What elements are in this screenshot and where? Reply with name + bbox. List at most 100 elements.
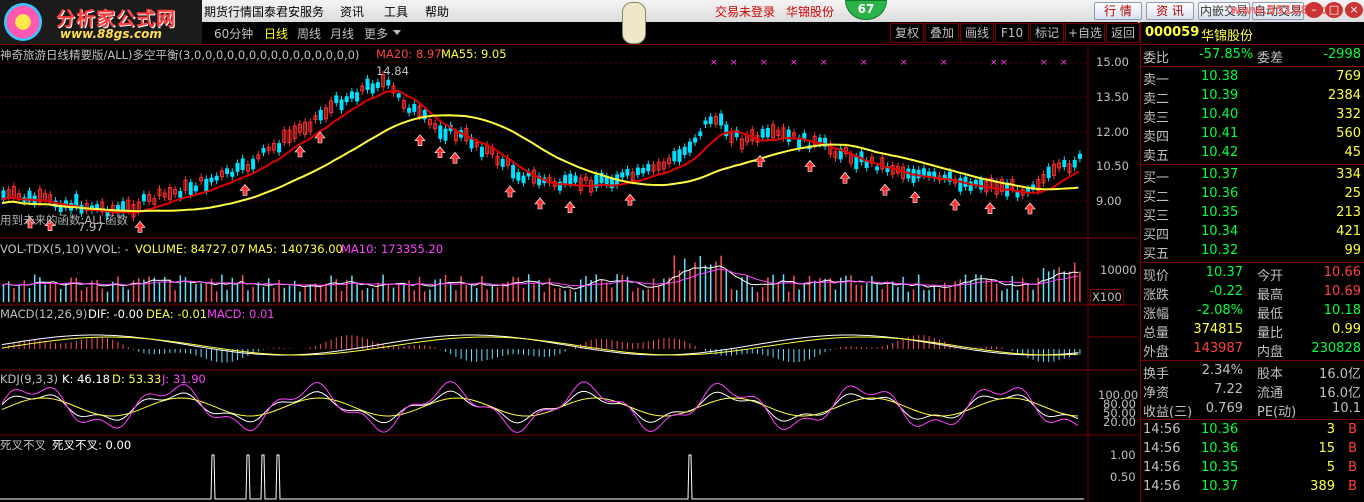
stat-label: 最高: [1257, 288, 1284, 303]
candle-body: [864, 160, 869, 168]
buy-arrow-icon: [984, 202, 996, 215]
dif-line: [1, 334, 1079, 356]
maximize-icon[interactable]: □: [1325, 2, 1343, 18]
candle-body: [375, 82, 380, 88]
buy-arrow-icon: [414, 134, 426, 146]
bid-volume: 213: [1336, 205, 1361, 220]
menu-gtja-service[interactable]: 国泰君安服务: [252, 3, 324, 20]
stat-value: 0.769: [1205, 401, 1243, 416]
info-button[interactable]: 资 讯: [1146, 2, 1194, 20]
candle-body: [438, 125, 443, 139]
stat-label: 收益(三): [1143, 405, 1193, 420]
tick-volume: 3: [1326, 422, 1335, 437]
ma20-value: MA20: 8.97: [376, 47, 442, 61]
site-logo: 分析家公式网 www.88gs.com: [0, 0, 202, 44]
period-more[interactable]: 更多: [364, 25, 388, 42]
candle-body: [635, 167, 640, 176]
stat-row: 外盘 143987 内盘 230828: [1141, 340, 1364, 360]
mark-button[interactable]: 标记: [1030, 23, 1064, 43]
stat-label: 流通: [1257, 386, 1284, 401]
stat-row: 涨跌 -0.22 最高 10.69: [1141, 283, 1364, 303]
ask-row: 卖一 10.38 769: [1141, 68, 1364, 88]
bid-label: 买五: [1143, 247, 1170, 262]
candle-body: [625, 169, 630, 176]
candle-body: [1062, 159, 1067, 168]
minimize-icon[interactable]: –: [1305, 2, 1323, 18]
stat-value: 10.1: [1332, 401, 1361, 416]
quote-button[interactable]: 行 情: [1094, 2, 1142, 20]
bid-price: 10.37: [1201, 167, 1239, 182]
fuquan-button[interactable]: 复权: [890, 23, 924, 43]
menu-futures[interactable]: 期货行情: [204, 3, 252, 20]
y-tick-15: 15.00: [1096, 55, 1129, 69]
candle-body: [682, 146, 687, 156]
buy-arrow-icon: [134, 220, 146, 233]
candle-body: [407, 107, 412, 113]
top-stock-name: 华锦股份: [786, 5, 835, 19]
candle-body: [334, 95, 339, 104]
draw-button[interactable]: 画线: [960, 23, 994, 43]
period-weekly[interactable]: 周线: [297, 25, 321, 42]
chart-area[interactable]: × × × × × × × × × × × × 神奇旅游日线精要版/ALL)多空平衡(3,0,0,0,…: [0, 45, 1138, 502]
menu-news[interactable]: 资讯: [340, 3, 364, 20]
signal-y-0-5: 0.50: [1110, 470, 1136, 484]
trade-login-status[interactable]: 交易未登录: [715, 3, 775, 20]
wecha-label: 委差: [1257, 51, 1284, 66]
stat-row: 现价 10.37 今开 10.66: [1141, 264, 1364, 284]
candle-body: [604, 176, 609, 185]
ask-label: 卖五: [1143, 149, 1170, 164]
close-icon[interactable]: ×: [1345, 2, 1363, 18]
tick-side: B: [1348, 422, 1357, 437]
period-monthly[interactable]: 月线: [330, 25, 354, 42]
ask-price: 10.41: [1201, 126, 1239, 141]
bid-row: 买四 10.34 421: [1141, 223, 1364, 243]
candle-body: [349, 91, 354, 99]
candle-body: [412, 103, 417, 112]
candle-body: [911, 168, 916, 183]
tick-time: 14:56: [1143, 422, 1181, 437]
chevron-down-icon[interactable]: [393, 30, 401, 35]
ask-price: 10.42: [1201, 145, 1239, 160]
period-daily[interactable]: 日线: [264, 25, 288, 42]
signal-mark: ×: [990, 58, 998, 68]
stat-label: PE(动): [1257, 405, 1297, 420]
bid-row: 买二 10.36 25: [1141, 185, 1364, 205]
candle-body: [396, 93, 401, 98]
ask-volume: 2384: [1327, 88, 1361, 103]
kline-chart[interactable]: × × × × × × × × × × × ×: [0, 45, 1138, 502]
overlay-button[interactable]: 叠加: [925, 23, 959, 43]
signal-mark: ×: [730, 58, 738, 68]
buy-arrow-icon: [879, 183, 891, 196]
bid-row: 买一 10.37 334: [1141, 166, 1364, 186]
candle-body: [214, 175, 219, 181]
stat-row: 总量 374815 量比 0.99: [1141, 321, 1364, 341]
candle-body: [677, 149, 682, 162]
stat-label: 今开: [1257, 269, 1284, 284]
bid-label: 买一: [1143, 171, 1170, 186]
candle-body: [698, 131, 703, 137]
candle-body: [240, 158, 245, 171]
candle-body: [1072, 159, 1077, 168]
back-button[interactable]: 返回: [1106, 23, 1140, 43]
candle-body: [641, 167, 646, 174]
y-tick-10-5: 10.50: [1096, 159, 1129, 173]
bid-volume: 334: [1336, 167, 1361, 182]
ask-label: 卖二: [1143, 92, 1170, 107]
menu-help[interactable]: 帮助: [425, 3, 449, 20]
period-60min[interactable]: 60分钟: [214, 25, 253, 42]
y-tick-12: 12.00: [1096, 125, 1129, 139]
vol-ma10-line: [1, 268, 1079, 287]
macd-value: MACD: 0.01: [207, 307, 275, 321]
stat-value: 143987: [1193, 341, 1243, 356]
stat-value: 10.69: [1323, 284, 1361, 299]
score-badge: 67: [845, 0, 887, 20]
f10-button[interactable]: F10: [995, 23, 1029, 43]
signal-mark: ×: [820, 58, 828, 68]
candle-body: [979, 179, 984, 190]
vol-ma10-value: MA10: 173355.20: [341, 242, 444, 256]
menu-tools[interactable]: 工具: [384, 3, 408, 20]
stat-label: 换手: [1143, 367, 1170, 382]
tick-price: 10.35: [1201, 460, 1239, 475]
tick-row: 14:56 10.36 15 B: [1141, 440, 1364, 459]
add-watchlist-button[interactable]: +自选: [1065, 23, 1105, 43]
